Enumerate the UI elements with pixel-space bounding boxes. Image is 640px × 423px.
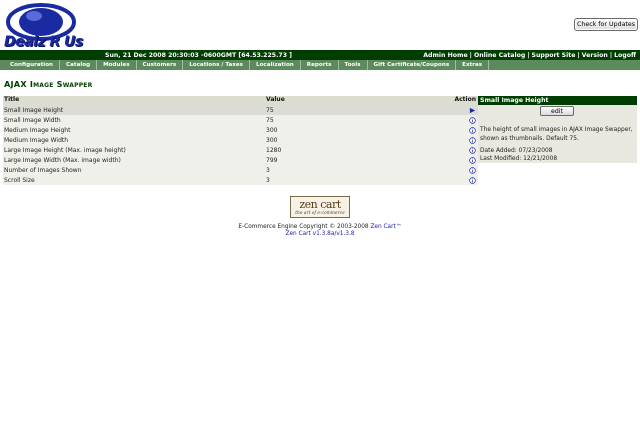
menu-modules[interactable]: Modules <box>97 60 137 70</box>
info-icon[interactable] <box>469 176 476 184</box>
row-value: 75 <box>266 117 274 124</box>
selected-arrow-icon <box>469 107 476 113</box>
zen-cart-tagline: the art of e-commerce <box>295 211 345 216</box>
row-title: Number of Images Shown <box>4 167 82 174</box>
table-row[interactable]: Large Image Width (Max. image width) 799 <box>3 155 478 165</box>
row-title: Scroll Size <box>4 177 35 184</box>
menu-gift-certificate-coupons[interactable]: Gift Certificate/Coupons <box>368 60 457 70</box>
row-action <box>449 136 478 144</box>
page-title: AJAX Image Swapper <box>4 79 93 89</box>
info-icon[interactable] <box>469 116 476 124</box>
copyright-text: E-Commerce Engine Copyright © 2003-2008 <box>238 224 371 230</box>
menu-locations-taxes[interactable]: Locations / Taxes <box>183 60 250 70</box>
menu-customers[interactable]: Customers <box>137 60 184 70</box>
main-menu: Configuration Catalog Modules Customers … <box>0 60 640 70</box>
row-value: 75 <box>266 107 274 114</box>
server-info: Sun, 21 Dec 2008 20:30:03 -0600GMT [64.5… <box>105 51 293 59</box>
table-header: Title Value Action <box>3 96 478 105</box>
zen-cart-link[interactable]: Zen Cart™ <box>370 224 401 230</box>
setting-description: The height of small images in AJAX Image… <box>480 127 633 142</box>
row-title: Medium Image Width <box>4 137 69 144</box>
menu-tools[interactable]: Tools <box>339 60 368 70</box>
edit-button[interactable]: edit <box>540 106 574 116</box>
row-action <box>449 107 478 114</box>
row-value: 300 <box>266 137 278 144</box>
info-icon[interactable] <box>469 146 476 154</box>
copyright-notice: E-Commerce Engine Copyright © 2003-2008 … <box>0 224 640 230</box>
table-row[interactable]: Large Image Height (Max. image height) 1… <box>3 145 478 155</box>
row-action <box>449 166 478 174</box>
row-value: 300 <box>266 127 278 134</box>
row-title: Small Image Height <box>4 107 64 114</box>
row-value: 799 <box>266 157 278 164</box>
table-row[interactable]: Small Image Height 75 <box>3 105 478 115</box>
online-catalog-link[interactable]: Online Catalog <box>474 52 525 59</box>
column-title-header: Title <box>4 96 20 103</box>
row-value: 3 <box>266 167 270 174</box>
row-action <box>449 146 478 154</box>
row-title: Medium Image Height <box>4 127 71 134</box>
info-icon[interactable] <box>469 156 476 164</box>
zen-cart-logo-text: zen cart <box>299 198 341 211</box>
row-action <box>449 116 478 124</box>
column-action-header: Action <box>454 96 476 103</box>
support-site-link[interactable]: Support Site <box>532 52 576 59</box>
row-action <box>449 156 478 164</box>
row-action <box>449 176 478 184</box>
row-title: Small Image Width <box>4 117 61 124</box>
column-value-header: Value <box>266 96 285 103</box>
table-row[interactable]: Medium Image Height 300 <box>3 125 478 135</box>
menu-localization[interactable]: Localization <box>250 60 301 70</box>
logoff-link[interactable]: Logoff <box>614 52 636 59</box>
last-modified: Last Modified: 12/21/2008 <box>480 156 558 162</box>
row-value: 3 <box>266 177 270 184</box>
config-table: Title Value Action Small Image Height 75… <box>3 96 478 185</box>
row-action <box>449 126 478 134</box>
table-row[interactable]: Number of Images Shown 3 <box>3 165 478 175</box>
logo-text: Dealz R Us <box>4 34 83 50</box>
table-row[interactable]: Small Image Width 75 <box>3 115 478 125</box>
info-icon[interactable] <box>469 166 476 174</box>
menu-catalog[interactable]: Catalog <box>60 60 98 70</box>
version-link[interactable]: Version <box>582 52 608 59</box>
info-icon[interactable] <box>469 126 476 134</box>
admin-home-link[interactable]: Admin Home <box>423 52 467 59</box>
header: Dealz R Us Check for Updates <box>0 0 640 50</box>
check-for-updates-button[interactable]: Check for Updates <box>574 18 638 31</box>
status-bar: Sun, 21 Dec 2008 20:30:03 -0600GMT [64.5… <box>0 50 640 60</box>
menu-extras[interactable]: Extras <box>456 60 490 70</box>
date-added: Date Added: 07/23/2008 <box>480 148 553 154</box>
row-title: Large Image Height (Max. image height) <box>4 147 126 154</box>
header-links: Admin Home | Online Catalog | Support Site | V… <box>423 51 636 59</box>
detail-panel: Small Image Height edit The height of sm… <box>478 96 637 163</box>
info-icon[interactable] <box>469 136 476 144</box>
menu-configuration[interactable]: Configuration <box>4 60 61 70</box>
table-row[interactable]: Medium Image Width 300 <box>3 135 478 145</box>
version-link[interactable]: Zen Cart v1.3.8a/v1.3.8 <box>0 231 640 237</box>
row-value: 1280 <box>266 147 282 154</box>
row-title: Large Image Width (Max. image width) <box>4 157 121 164</box>
menu-reports[interactable]: Reports <box>301 60 339 70</box>
table-row[interactable]: Scroll Size 3 <box>3 175 478 185</box>
detail-panel-heading: Small Image Height <box>478 96 637 105</box>
zen-cart-logo[interactable]: zen cart the art of e-commerce <box>290 196 350 218</box>
store-logo[interactable]: Dealz R Us <box>2 2 92 50</box>
